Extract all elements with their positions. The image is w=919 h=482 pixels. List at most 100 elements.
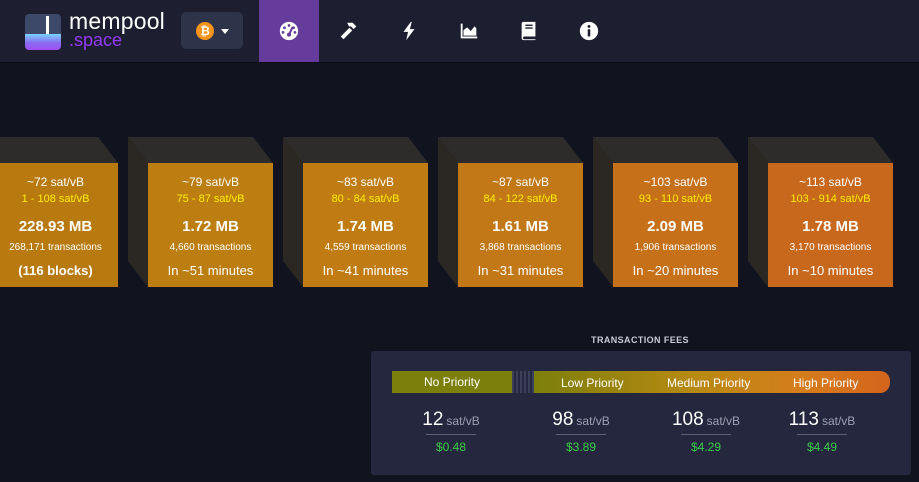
brand-name[interactable]: mempool .space: [69, 10, 165, 50]
fee-unit: sat/vB: [706, 414, 741, 428]
fees-card: No Priority Low Priority Medium Priority…: [371, 351, 911, 475]
block-front-face: ~103 sat/vB 93 - 110 sat/vB 2.09 MB 1,90…: [613, 163, 738, 287]
fee-unit: sat/vB: [446, 414, 480, 428]
fee-value: 98: [552, 409, 574, 430]
fee-usd: $0.48: [435, 440, 467, 454]
dashboard-gauge-icon: [279, 21, 299, 41]
mempool-logo-icon[interactable]: [25, 14, 61, 50]
block-eta: In ~10 minutes: [787, 263, 874, 278]
fee-usd: $4.49: [806, 440, 838, 454]
block-side-face: [283, 137, 303, 287]
mempool-block[interactable]: ~79 sat/vB 75 - 87 sat/vB 1.72 MB 4,660 …: [128, 137, 273, 287]
block-top-face: [438, 137, 583, 163]
graphs-icon: [460, 23, 478, 39]
network-selector[interactable]: ₿: [181, 12, 243, 49]
low-priority-label: Low Priority: [561, 376, 624, 390]
block-eta: In ~51 minutes: [167, 263, 254, 278]
mempool-block[interactable]: ~83 sat/vB 80 - 84 sat/vB 1.74 MB 4,559 …: [283, 137, 428, 287]
fee-divider: [681, 434, 731, 435]
block-fee-range: 93 - 110 sat/vB: [638, 193, 713, 205]
fee-value: 113: [788, 409, 819, 430]
block-top-face: [283, 137, 428, 163]
block-median-fee: ~79 sat/vB: [181, 175, 240, 189]
block-size: 1.78 MB: [802, 218, 859, 235]
block-size: 228.93 MB: [18, 218, 93, 235]
priority-gradient-bar: Low Priority Medium Priority High Priori…: [534, 371, 890, 393]
block-front-face: ~83 sat/vB 80 - 84 sat/vB 1.74 MB 4,559 …: [303, 163, 428, 287]
fee-no-priority: 12 sat/vB $0.48: [396, 409, 506, 454]
block-front-face: ~72 sat/vB 1 - 108 sat/vB 228.93 MB 268,…: [0, 163, 118, 287]
nav-about[interactable]: [559, 0, 619, 62]
fee-unit: sat/vB: [821, 414, 856, 428]
chevron-down-icon: [221, 29, 229, 34]
block-tx-count: 3,170 transactions: [789, 242, 872, 253]
block-top-face: [128, 137, 273, 163]
block-size: 1.74 MB: [337, 218, 394, 235]
block-median-fee: ~72 sat/vB: [26, 175, 85, 189]
block-fee-range: 103 - 914 sat/vB: [790, 193, 871, 205]
bitcoin-icon: ₿: [196, 22, 214, 40]
block-side-face: [128, 137, 148, 287]
no-priority-label: No Priority: [423, 375, 480, 389]
nav-dashboard[interactable]: [259, 0, 319, 62]
fee-low-priority: 98 sat/vB $3.89: [526, 409, 636, 454]
top-navbar: mempool .space ₿: [0, 0, 919, 62]
block-size: 1.61 MB: [492, 218, 549, 235]
fee-usd: $4.29: [690, 440, 722, 454]
nav-documentation[interactable]: [499, 0, 559, 62]
fee-unit: sat/vB: [576, 414, 610, 428]
block-side-face: [748, 137, 768, 287]
block-fee-range: 84 - 122 sat/vB: [483, 193, 558, 205]
block-eta: (116 blocks): [18, 263, 93, 278]
block-top-face: [593, 137, 738, 163]
no-priority-bar: No Priority: [392, 371, 512, 393]
block-top-face: [748, 137, 893, 163]
block-tx-count: 1,906 transactions: [634, 242, 717, 253]
fee-value: 12: [422, 409, 444, 430]
mempool-block[interactable]: ~72 sat/vB 1 - 108 sat/vB 228.93 MB 268,…: [0, 137, 118, 287]
nav-lightning[interactable]: [379, 0, 439, 62]
nav-mining[interactable]: [319, 0, 379, 62]
fee-divider: [426, 434, 476, 435]
block-eta: In ~41 minutes: [322, 263, 409, 278]
block-front-face: ~79 sat/vB 75 - 87 sat/vB 1.72 MB 4,660 …: [148, 163, 273, 287]
block-fee-range: 1 - 108 sat/vB: [21, 193, 90, 205]
fees-section-title: TRANSACTION FEES: [591, 335, 689, 345]
block-side-face: [438, 137, 458, 287]
block-tx-count: 4,559 transactions: [324, 242, 407, 253]
fee-high-priority: 113 sat/vB $4.49: [767, 409, 877, 454]
fee-gap-separator: [512, 371, 534, 393]
fee-value: 108: [671, 409, 704, 430]
mempool-block[interactable]: ~103 sat/vB 93 - 110 sat/vB 2.09 MB 1,90…: [593, 137, 738, 287]
mempool-block[interactable]: ~113 sat/vB 103 - 914 sat/vB 1.78 MB 3,1…: [748, 137, 893, 287]
fee-divider: [556, 434, 606, 435]
block-fee-range: 80 - 84 sat/vB: [331, 193, 400, 205]
block-eta: In ~31 minutes: [477, 263, 564, 278]
nav-graphs[interactable]: [439, 0, 499, 62]
block-front-face: ~113 sat/vB 103 - 914 sat/vB 1.78 MB 3,1…: [768, 163, 893, 287]
block-tx-count: 268,171 transactions: [9, 242, 102, 253]
block-fee-range: 75 - 87 sat/vB: [176, 193, 245, 205]
block-size: 2.09 MB: [647, 218, 704, 235]
hammer-icon: [340, 22, 357, 40]
medium-priority-label: Medium Priority: [667, 376, 751, 390]
fee-usd: $3.89: [565, 440, 597, 454]
block-eta: In ~20 minutes: [632, 263, 719, 278]
high-priority-label: High Priority: [793, 376, 859, 390]
lightning-icon: [403, 21, 415, 41]
block-median-fee: ~83 sat/vB: [336, 175, 395, 189]
info-icon: [579, 21, 599, 41]
block-tx-count: 3,868 transactions: [479, 242, 562, 253]
block-front-face: ~87 sat/vB 84 - 122 sat/vB 1.61 MB 3,868…: [458, 163, 583, 287]
book-icon: [521, 21, 536, 41]
block-top-face: [0, 137, 118, 163]
block-median-fee: ~113 sat/vB: [799, 175, 862, 189]
mempool-block[interactable]: ~87 sat/vB 84 - 122 sat/vB 1.61 MB 3,868…: [438, 137, 583, 287]
block-tx-count: 4,660 transactions: [169, 242, 252, 253]
block-size: 1.72 MB: [182, 218, 239, 235]
fee-medium-priority: 108 sat/vB $4.29: [651, 409, 761, 454]
block-side-face: [593, 137, 613, 287]
fee-divider: [797, 434, 847, 435]
block-median-fee: ~103 sat/vB: [643, 175, 708, 189]
block-median-fee: ~87 sat/vB: [491, 175, 550, 189]
